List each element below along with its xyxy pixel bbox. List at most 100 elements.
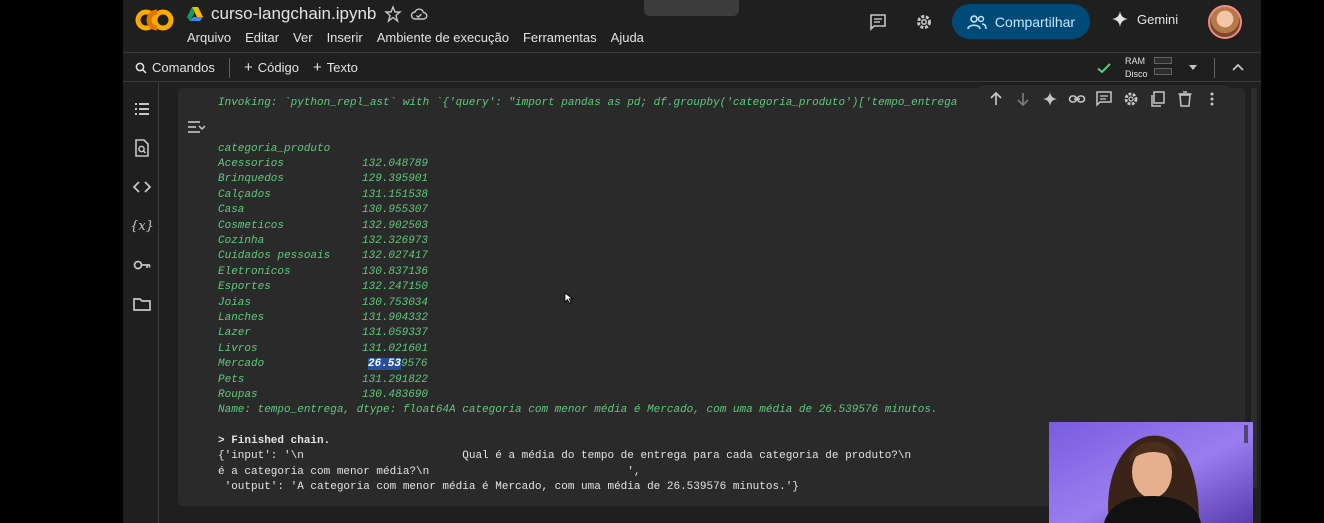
comment-icon[interactable] [1095, 90, 1113, 108]
trash-icon[interactable] [1176, 90, 1194, 108]
arrow-up-icon[interactable] [987, 90, 1005, 108]
key-icon[interactable] [132, 255, 152, 275]
plus-icon: + [244, 58, 253, 76]
comment-icon[interactable] [868, 12, 888, 32]
gear-icon[interactable] [914, 12, 934, 32]
row-category: Joias [218, 296, 252, 309]
menu-ver[interactable]: Ver [293, 30, 313, 45]
webcam-overlay [1049, 422, 1253, 523]
row-value: 131.021601 [362, 342, 429, 355]
row-category: Livros [218, 342, 258, 355]
gemini-sparkle-icon [1112, 11, 1128, 27]
gear-icon[interactable] [1122, 90, 1140, 108]
gemini-button[interactable]: Gemini [1111, 10, 1178, 28]
menu-arquivo[interactable]: Arquivo [187, 30, 231, 45]
avatar[interactable] [1208, 5, 1242, 39]
resource-labels[interactable]: RAM Disco [1125, 55, 1148, 81]
disk-label: Disco [1125, 69, 1148, 79]
row-value: 130.483690 [362, 389, 429, 401]
find-in-file-icon[interactable] [132, 138, 152, 158]
presenter-video [1049, 422, 1253, 523]
row-value: 131.291822 [362, 373, 429, 386]
output-actions-icon[interactable] [186, 118, 206, 136]
ram-bar [1154, 57, 1172, 64]
share-button[interactable]: Compartilhar [952, 4, 1090, 39]
row-value: 129.395901 [362, 173, 429, 186]
series-name-line: Name: tempo_entrega, dtype: float64A cat… [218, 404, 938, 416]
row-value: 131.151538 [362, 188, 429, 201]
row-category: Eletronicos [218, 265, 291, 278]
disk-bar [1154, 68, 1172, 75]
invoking-line: Invoking: `python_repl_ast` with `{'quer… [218, 97, 958, 109]
menu-ambiente-de-execucao[interactable]: Ambiente de execução [377, 30, 509, 45]
resource-bars [1154, 57, 1172, 79]
link-icon[interactable] [1068, 90, 1086, 108]
notebook-filename[interactable]: curso-langchain.ipynb [211, 4, 376, 24]
right-black-bar [1261, 0, 1324, 523]
row-value-rest: 9576 [401, 358, 428, 371]
row-category: Cuidados pessoais [218, 250, 331, 263]
cell-toolbar [978, 85, 1230, 113]
more-vert-icon[interactable] [1203, 90, 1221, 108]
commands-label: Comandos [152, 60, 215, 75]
gemini-sparkle-icon[interactable] [1041, 90, 1059, 108]
row-value: 132.902503 [362, 219, 429, 232]
arrow-down-icon[interactable] [1014, 90, 1032, 108]
mouse-cursor-icon [564, 292, 574, 304]
cloud-saved-icon[interactable] [410, 5, 428, 23]
gemini-label: Gemini [1137, 11, 1179, 27]
table-of-contents-icon[interactable] [132, 99, 152, 119]
row-value: 130.955307 [362, 204, 429, 217]
dropdown-arrow-icon[interactable] [1187, 61, 1199, 73]
colab-logo-icon[interactable] [135, 6, 175, 34]
finished-chain-line: > Finished chain. [218, 435, 331, 447]
folder-icon[interactable] [132, 294, 152, 314]
row-value[interactable]: 26.539576 [368, 358, 428, 371]
notebook-toolbar: Comandos + Código + Texto RAM Disco [123, 52, 1261, 82]
plus-icon: + [313, 58, 322, 76]
row-value: 132.027417 [362, 250, 429, 263]
mirror-cell-icon[interactable] [1149, 90, 1167, 108]
menu-ferramentas[interactable]: Ferramentas [523, 30, 597, 45]
row-category: Brinquedos [218, 173, 285, 186]
chevron-up-icon[interactable] [1230, 60, 1246, 76]
code-snippets-icon[interactable] [132, 177, 152, 197]
row-category: Roupas [218, 389, 258, 401]
row-value: 132.247150 [362, 281, 429, 294]
commands-button[interactable]: Comandos [135, 60, 215, 75]
people-icon [967, 14, 987, 29]
row-value: 132.326973 [362, 235, 429, 247]
row-category: Lanches [218, 312, 265, 324]
drive-icon[interactable] [187, 6, 203, 22]
menu-bar: Arquivo Editar Ver Inserir Ambiente de e… [187, 30, 644, 45]
share-label: Compartilhar [994, 13, 1076, 30]
row-category: Mercado [218, 358, 265, 371]
row-category: Casa [218, 204, 245, 217]
row-value: 130.837136 [362, 265, 429, 278]
add-text-button[interactable]: + Texto [313, 58, 358, 76]
row-category: Cosmeticos [218, 219, 285, 232]
row-value: 130.753034 [362, 296, 429, 309]
agent-answer-text: A categoria com menor média é Mercado, c… [449, 404, 938, 417]
index-header: categoria_produto [218, 143, 331, 155]
selected-text[interactable]: 26.53 [368, 358, 402, 371]
add-code-label: Código [257, 60, 299, 75]
menu-editar[interactable]: Editar [245, 30, 279, 45]
row-category: Lazer [218, 327, 252, 340]
menu-inserir[interactable]: Inserir [327, 30, 363, 45]
row-value: 131.059337 [362, 327, 429, 340]
add-code-button[interactable]: + Código [244, 58, 299, 76]
left-black-bar [0, 0, 123, 523]
star-icon[interactable] [384, 5, 403, 23]
top-overlay-pill [644, 0, 739, 16]
dtype-text: Name: tempo_entrega, dtype: float64 [218, 404, 450, 417]
ram-label: RAM [1125, 56, 1145, 66]
row-category: Calçados [218, 188, 271, 201]
search-icon [135, 62, 147, 74]
row-category: Acessorios [218, 158, 285, 170]
header: curso-langchain.ipynb Arquivo Editar Ver… [123, 0, 1261, 52]
variables-icon[interactable]: {x} [130, 216, 154, 236]
result-line-1: {'input': '\n Qual é a média do tempo de… [218, 450, 912, 463]
menu-ajuda[interactable]: Ajuda [611, 30, 644, 45]
toolbar-divider [1214, 58, 1215, 78]
